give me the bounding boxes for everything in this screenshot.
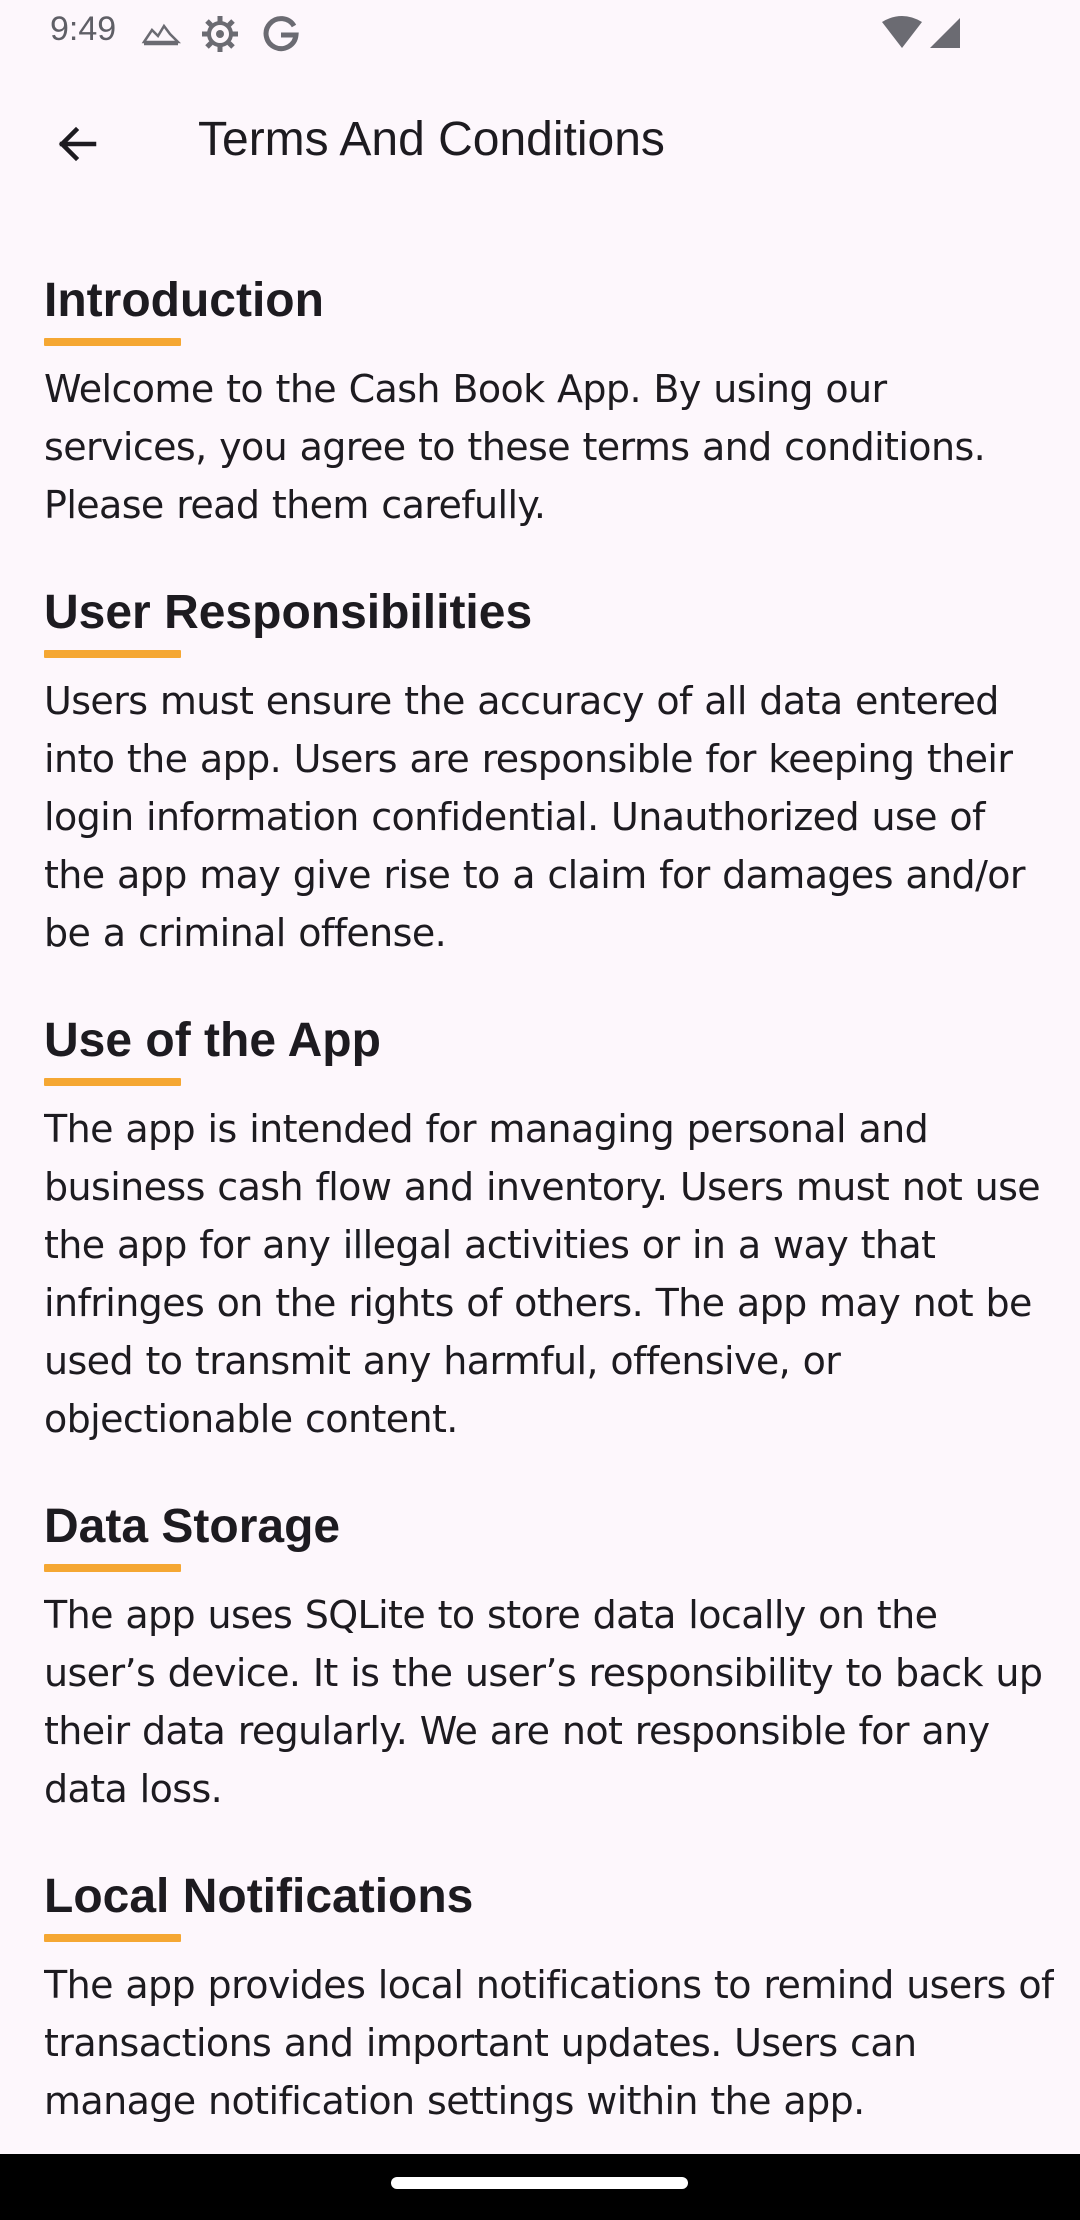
section-body: The app is intended for managing persona… — [44, 1107, 1041, 1441]
page-title: Terms And Conditions — [198, 113, 665, 166]
section-body: The app uses SQLite to store data locall… — [44, 1593, 1043, 1811]
status-time: 9:49 — [50, 10, 117, 48]
section-title: User Responsibilities — [44, 586, 533, 639]
cloud-icon — [140, 14, 182, 54]
section-title: Local Notifications — [44, 1870, 474, 1923]
terms-screen: 9:49 Terms And Conditions Introduction W — [0, 0, 1080, 2220]
section-underline — [44, 1934, 181, 1942]
wifi-icon — [880, 16, 924, 54]
section-body: Users must ensure the accuracy of all da… — [44, 679, 1026, 955]
section-title: Introduction — [44, 274, 324, 327]
navigation-bar — [0, 2154, 1080, 2220]
section-use-of-app: Use of the App The app is intended for m… — [44, 1010, 1054, 1448]
section-underline — [44, 650, 181, 658]
section-data-storage: Data Storage The app uses SQLite to stor… — [44, 1496, 1054, 1818]
section-underline — [44, 1078, 181, 1086]
section-introduction: Introduction Welcome to the Cash Book Ap… — [44, 270, 1054, 534]
terms-content[interactable]: Introduction Welcome to the Cash Book Ap… — [44, 218, 1054, 2154]
section-local-notifications: Local Notifications The app provides loc… — [44, 1866, 1054, 2130]
app-bar: Terms And Conditions — [0, 66, 1080, 218]
section-underline — [44, 338, 181, 346]
arrow-left-icon — [54, 120, 102, 172]
section-title: Use of the App — [44, 1014, 381, 1067]
home-gesture-handle[interactable] — [391, 2177, 688, 2189]
section-user-responsibilities: User Responsibilities Users must ensure … — [44, 582, 1054, 962]
back-button[interactable] — [36, 104, 120, 188]
section-body: Welcome to the Cash Book App. By using o… — [44, 367, 986, 527]
section-body: The app provides local notifications to … — [44, 1963, 1054, 2123]
status-bar: 9:49 — [0, 0, 1080, 66]
google-icon — [262, 14, 300, 56]
signal-icon — [926, 16, 962, 54]
section-underline — [44, 1564, 181, 1572]
gear-icon — [200, 14, 240, 58]
section-title: Data Storage — [44, 1500, 341, 1553]
